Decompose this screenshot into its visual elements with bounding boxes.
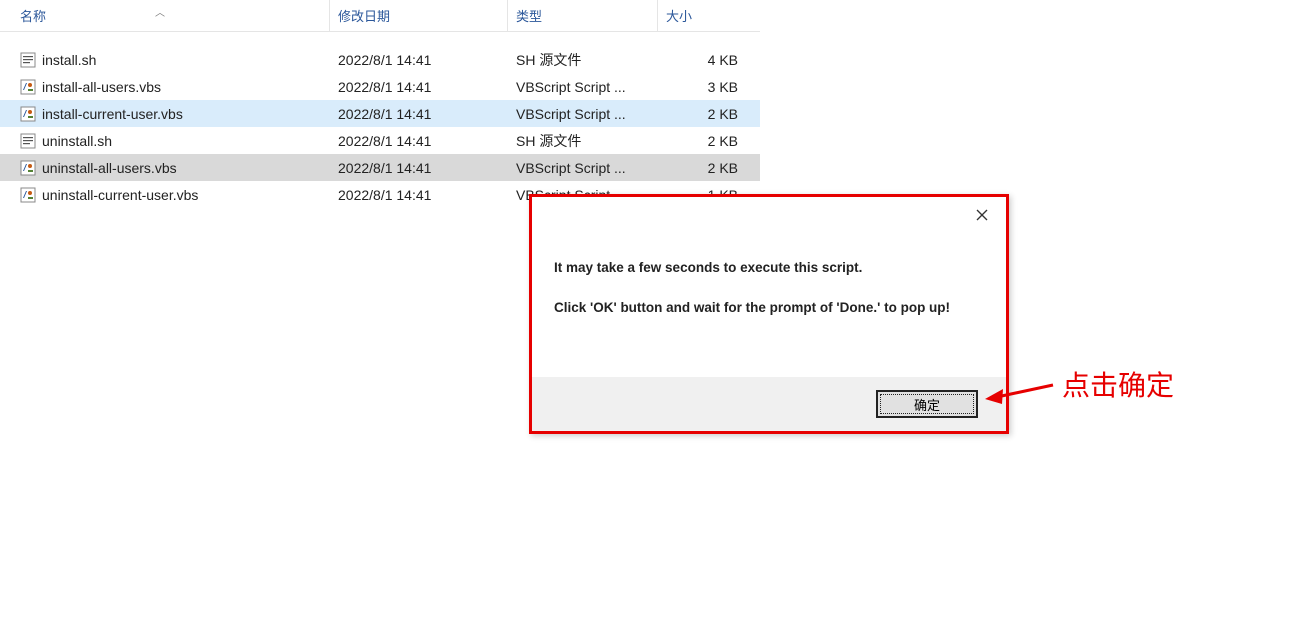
column-header-date[interactable]: 修改日期: [330, 0, 508, 31]
file-date: 2022/8/1 14:41: [330, 52, 508, 68]
ok-button[interactable]: 确定: [876, 390, 978, 418]
dialog-titlebar: [532, 197, 1006, 233]
message-dialog: It may take a few seconds to execute thi…: [529, 194, 1009, 434]
close-button[interactable]: [968, 201, 996, 229]
file-icon: [20, 133, 36, 149]
file-type: VBScript Script ...: [508, 106, 658, 122]
file-type: SH 源文件: [508, 131, 658, 151]
close-icon: [976, 209, 988, 221]
file-list: 名称 ︿ 修改日期 类型 大小 install.sh 2022/8/1 14:41…: [0, 0, 760, 208]
file-type: SH 源文件: [508, 50, 658, 70]
column-name-label: 名称: [20, 6, 46, 25]
file-icon: [20, 106, 36, 122]
file-row[interactable]: uninstall-all-users.vbs 2022/8/1 14:41VBS…: [0, 154, 760, 181]
file-name: install-current-user.vbs: [42, 106, 183, 122]
file-size: 2 KB: [658, 106, 758, 122]
file-icon: [20, 160, 36, 176]
file-type: VBScript Script ...: [508, 79, 658, 95]
file-icon: [20, 52, 36, 68]
file-date: 2022/8/1 14:41: [330, 133, 508, 149]
annotation-text: 点击确定: [1062, 364, 1174, 404]
file-date: 2022/8/1 14:41: [330, 79, 508, 95]
file-size: 3 KB: [658, 79, 758, 95]
file-name: install.sh: [42, 52, 96, 68]
column-header-row: 名称 ︿ 修改日期 类型 大小: [0, 0, 760, 32]
file-date: 2022/8/1 14:41: [330, 160, 508, 176]
file-row[interactable]: uninstall.sh 2022/8/1 14:41SH 源文件2 KB: [0, 127, 760, 154]
file-icon: [20, 187, 36, 203]
annotation-arrow-icon: [985, 377, 1055, 407]
ok-button-label: 确定: [914, 395, 940, 414]
dialog-body: It may take a few seconds to execute thi…: [532, 233, 1006, 346]
file-row[interactable]: install.sh 2022/8/1 14:41SH 源文件4 KB: [0, 46, 760, 73]
file-type: VBScript Script ...: [508, 160, 658, 176]
file-date: 2022/8/1 14:41: [330, 106, 508, 122]
dialog-text-line2: Click 'OK' button and wait for the promp…: [554, 297, 984, 319]
file-name: uninstall-all-users.vbs: [42, 160, 177, 176]
file-name: uninstall.sh: [42, 133, 112, 149]
file-date: 2022/8/1 14:41: [330, 187, 508, 203]
file-name: uninstall-current-user.vbs: [42, 187, 198, 203]
file-row[interactable]: install-current-user.vbs 2022/8/1 14:41VB…: [0, 100, 760, 127]
sort-indicator-icon: ︿: [155, 4, 165, 19]
column-date-label: 修改日期: [338, 6, 390, 25]
file-size: 4 KB: [658, 52, 758, 68]
column-size-label: 大小: [666, 6, 692, 25]
column-header-size[interactable]: 大小: [658, 0, 758, 31]
dialog-text-line1: It may take a few seconds to execute thi…: [554, 257, 984, 279]
column-type-label: 类型: [516, 6, 542, 25]
file-name: install-all-users.vbs: [42, 79, 161, 95]
file-size: 2 KB: [658, 160, 758, 176]
column-header-name[interactable]: 名称 ︿: [0, 0, 330, 31]
file-size: 2 KB: [658, 133, 758, 149]
column-header-type[interactable]: 类型: [508, 0, 658, 31]
file-row[interactable]: install-all-users.vbs 2022/8/1 14:41VBScr…: [0, 73, 760, 100]
spacer: [0, 32, 760, 46]
file-icon: [20, 79, 36, 95]
dialog-footer: 确定: [532, 377, 1006, 431]
